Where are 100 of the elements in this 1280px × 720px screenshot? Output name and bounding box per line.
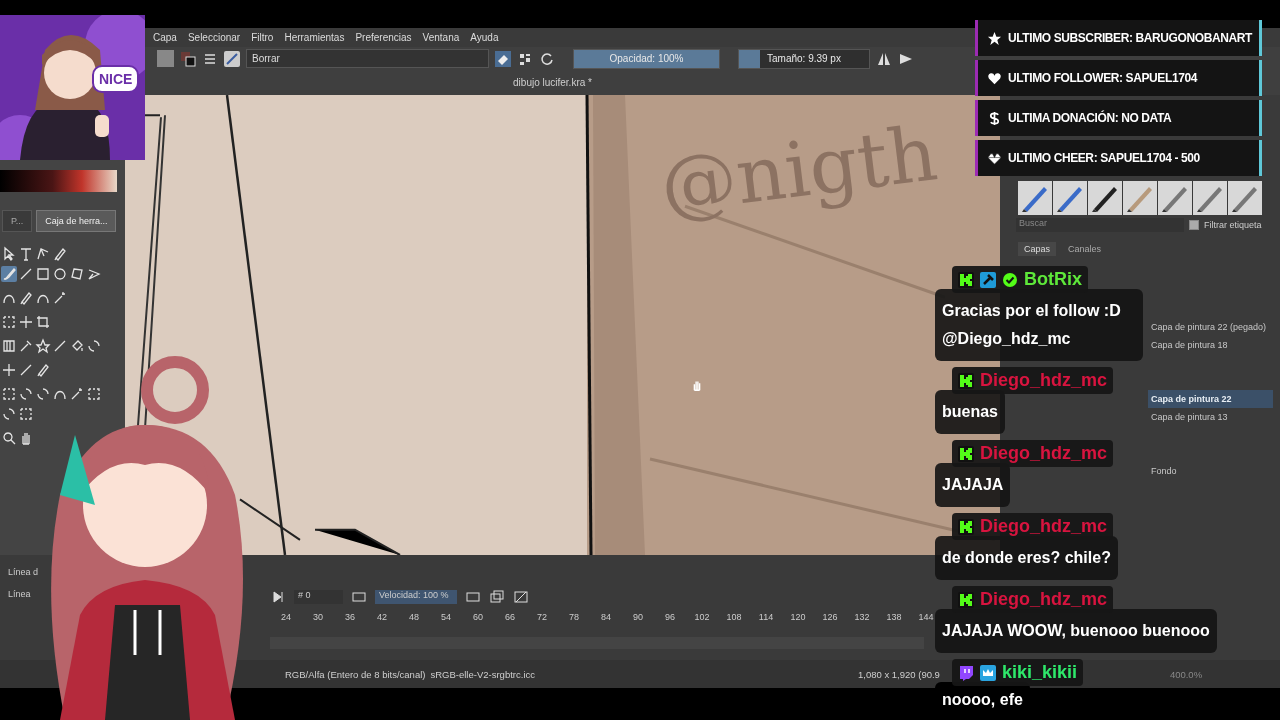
search-field[interactable]: Buscar [1016, 218, 1184, 232]
color-swatch[interactable] [157, 50, 174, 67]
opacity-slider[interactable]: Opacidad: 100% [573, 48, 720, 69]
document-title: dibujo lucifer.kra * [513, 77, 592, 88]
layer-row[interactable]: Capa de pintura 18 [1148, 336, 1273, 354]
brush-preset-dropdown[interactable]: Borrar [246, 49, 489, 68]
colors-icon[interactable] [180, 50, 196, 67]
rect-select-icon[interactable] [18, 406, 34, 422]
kick-icon [958, 445, 974, 462]
speed-field[interactable]: Velocidad: 100 % [375, 590, 457, 604]
kick-icon [958, 591, 974, 608]
frame-number: 42 [376, 612, 388, 622]
eyedropper-icon[interactable] [18, 338, 34, 354]
move-icon[interactable] [1, 362, 17, 378]
menu-item[interactable]: Herramientas [284, 32, 345, 43]
emote-badge: NICE [92, 65, 140, 93]
reload-icon[interactable] [539, 50, 555, 67]
line-icon[interactable] [18, 266, 34, 282]
line-icon[interactable] [18, 362, 34, 378]
ellipse-select-icon[interactable] [18, 386, 34, 402]
color-space-label: RGB/Alfa (Entero de 8 bits/canal) [285, 668, 426, 680]
pen-icon[interactable] [35, 362, 51, 378]
menu-item[interactable]: Ayuda [470, 32, 499, 43]
color-gradient[interactable] [0, 170, 117, 192]
polygon-icon[interactable] [69, 266, 85, 282]
chat-message: buenas [935, 390, 1005, 434]
frame-icon[interactable] [465, 589, 481, 605]
ellipse-select-icon[interactable] [86, 338, 102, 354]
hammer-icon [980, 271, 996, 288]
chat-message: Gracias por el follow :D @Diego_hdz_mc [935, 289, 1143, 361]
alert-banner: ULTIMO CHEER: SAPUEL1704 - 500 [975, 140, 1262, 176]
zoom-icon[interactable] [1, 430, 17, 446]
layer-row[interactable]: Capa de pintura 22 [1148, 390, 1273, 408]
skip-end-icon[interactable] [270, 589, 286, 605]
pointer-icon[interactable] [1, 246, 17, 262]
rect-select-icon[interactable] [1, 314, 17, 330]
frame-number: 108 [725, 612, 743, 622]
eraser-icon[interactable] [495, 50, 511, 67]
panel-tab[interactable]: Caja de herra... [36, 210, 117, 232]
username-tag: Diego_hdz_mc [952, 440, 1114, 467]
pen-icon[interactable] [18, 290, 34, 306]
frame-field[interactable]: # 0 [294, 590, 343, 604]
frame-number: 66 [504, 612, 516, 622]
rect-select-icon[interactable] [86, 386, 102, 402]
node-icon[interactable] [35, 246, 51, 262]
checkbox[interactable] [1189, 220, 1199, 230]
loop-icon[interactable] [351, 589, 367, 605]
zoom-label: 400.0% [1169, 668, 1203, 680]
timeline-label: Línea d [8, 567, 40, 577]
text-tool-icon[interactable] [18, 246, 34, 262]
layer-row[interactable]: Fondo [1148, 462, 1273, 480]
line-icon[interactable] [52, 338, 68, 354]
layer-row[interactable]: Capa de pintura 13 [1148, 408, 1273, 426]
username-tag: Diego_hdz_mc [952, 513, 1114, 540]
frame-number: 30 [312, 612, 324, 622]
kick-icon [958, 271, 974, 288]
frame-number: 96 [664, 612, 676, 622]
menu-item[interactable]: Ventana [422, 32, 460, 43]
frame-number: 48 [408, 612, 420, 622]
rectangle-icon[interactable] [35, 266, 51, 282]
frame-number: 126 [821, 612, 839, 622]
brush-preset-icon[interactable] [224, 50, 240, 67]
star-icon[interactable] [35, 338, 51, 354]
menu-item[interactable]: Capa [153, 32, 177, 43]
docker-tab[interactable]: Canales [1062, 242, 1108, 256]
ellipse-select-icon[interactable] [1, 406, 17, 422]
dimensions-label: 1,080 x 1,920 (90.9 [858, 668, 940, 680]
menu-item[interactable]: Seleccionar [187, 32, 241, 43]
layer-row[interactable]: Capa de pintura 22 (pegado) [1148, 318, 1273, 336]
wand-icon[interactable] [69, 386, 85, 402]
alert-banner: ULTIMA DONACIÓN: NO DATA [975, 100, 1262, 136]
frame-number: 120 [789, 612, 807, 622]
gradient-icon[interactable] [1, 338, 17, 354]
username-tag: BotRix [952, 266, 1088, 293]
polyline-icon[interactable] [86, 266, 102, 282]
rect-select-icon[interactable] [1, 386, 17, 402]
docker-tab[interactable]: Capas [1018, 242, 1056, 256]
crown-icon [980, 664, 996, 681]
kick-icon [958, 518, 974, 535]
menu-item[interactable]: Preferencias [355, 32, 412, 43]
check-icon [1002, 271, 1018, 288]
crop-icon[interactable] [35, 314, 51, 330]
size-slider[interactable]: Tamaño: 9.39 px [738, 48, 870, 69]
timeline-label: Línea [8, 589, 32, 599]
pen-icon[interactable] [52, 246, 68, 262]
frame-number: 102 [693, 612, 711, 622]
pencil-icon[interactable] [1088, 181, 1122, 215]
brush-icon[interactable] [1, 266, 17, 282]
move-icon[interactable] [18, 314, 34, 330]
frame-number: 84 [600, 612, 612, 622]
star-icon [987, 30, 1002, 46]
frames-icon[interactable] [489, 589, 505, 605]
ellipse-select-icon[interactable] [35, 386, 51, 402]
chat-message: JAJAJA WOOW, buenooo buenooo [935, 609, 1217, 653]
panel-tab[interactable]: P... [2, 210, 33, 232]
frame-number: 90 [632, 612, 644, 622]
no-frame-icon[interactable] [513, 589, 529, 605]
diamond-icon [987, 150, 1002, 166]
wand-icon[interactable] [52, 290, 68, 306]
menu-item[interactable]: Filtro [251, 32, 274, 43]
